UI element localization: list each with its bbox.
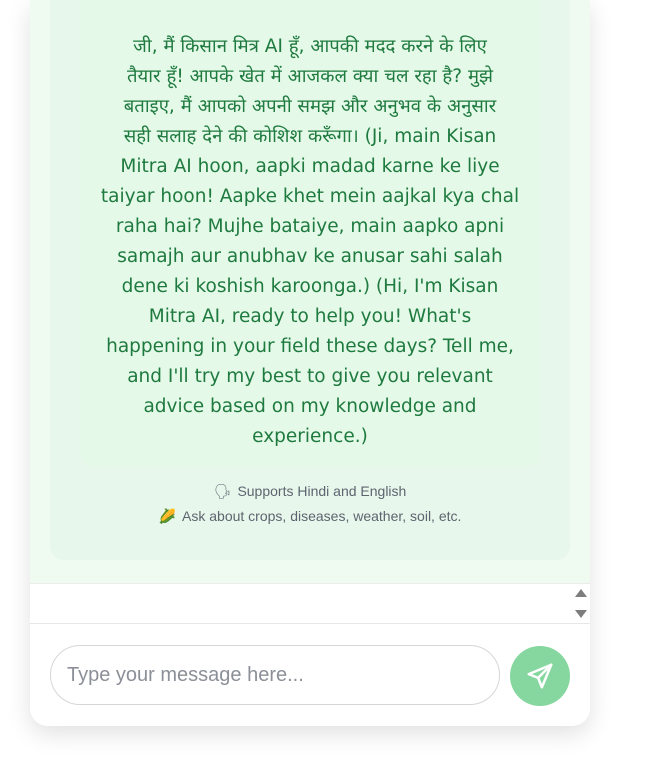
input-bar (30, 623, 590, 726)
corn-icon: 🌽 (158, 508, 177, 524)
bot-message-line: advice based on my knowledge and (143, 396, 477, 417)
bot-message-line: Mitra AI, ready to help you! What's (148, 306, 472, 327)
bot-message-line: जी, मैं किसान मित्र AI हूँ, आपकी मदद करन… (133, 36, 487, 57)
bot-message-line: experience.) (252, 426, 368, 447)
topics-text: Ask about crops, diseases, weather, soil… (182, 508, 462, 524)
topics-hint: 🌽 Ask about crops, diseases, weather, soi… (50, 508, 570, 525)
welcome-card: जी, मैं किसान मित्र AI हूँ, आपकी मदद करन… (50, 0, 570, 560)
send-button[interactable] (510, 646, 570, 706)
bot-message-bubble: जी, मैं किसान मित्र AI हूँ, आपकी मदद करन… (80, 0, 540, 466)
bot-message-line: samajh aur anubhav ke anusar sahi salah (117, 246, 503, 267)
bot-message-line: raha hai? Mujhe bataiye, main aapko apni (115, 216, 505, 237)
scroll-up-arrow-icon[interactable] (575, 589, 587, 597)
scroll-down-arrow-icon[interactable] (575, 610, 587, 618)
messages-area[interactable]: जी, मैं किसान मित्र AI हूँ, आपकी मदद करन… (30, 0, 590, 583)
bot-message-line: तैयार हूँ! आपके खेत में आजकल क्या चल रहा… (126, 66, 493, 87)
bot-message-line: happening in your field these days? Tell… (106, 336, 514, 357)
bot-message-line: and I'll try my best to give you relevan… (127, 366, 493, 387)
message-input[interactable] (50, 645, 500, 705)
bot-message-line: dene ki koshish karoonga.) (Hi, I'm Kisa… (121, 276, 499, 297)
chat-window: जी, मैं किसान मित्र AI हूँ, आपकी मदद करन… (30, 0, 590, 726)
bot-message-line: taiyar hoon! Aapke khet mein aajkal kya … (100, 186, 520, 207)
bot-message-line: सही सलाह देने की कोशिश करूँगा। (Ji, main… (123, 126, 497, 147)
bot-message-line: बताइए, मैं आपको अपनी समझ और अनुभव के अनु… (123, 96, 497, 117)
speaking-head-icon: 🗣 (213, 483, 232, 499)
language-support-hint: 🗣 Supports Hindi and English (50, 483, 570, 500)
bot-message-line: Mitra AI hoon, aapki madad karne ke liye (120, 156, 500, 177)
language-support-text: Supports Hindi and English (237, 483, 407, 499)
scrollbar-area[interactable] (30, 583, 590, 624)
send-icon (527, 663, 553, 689)
